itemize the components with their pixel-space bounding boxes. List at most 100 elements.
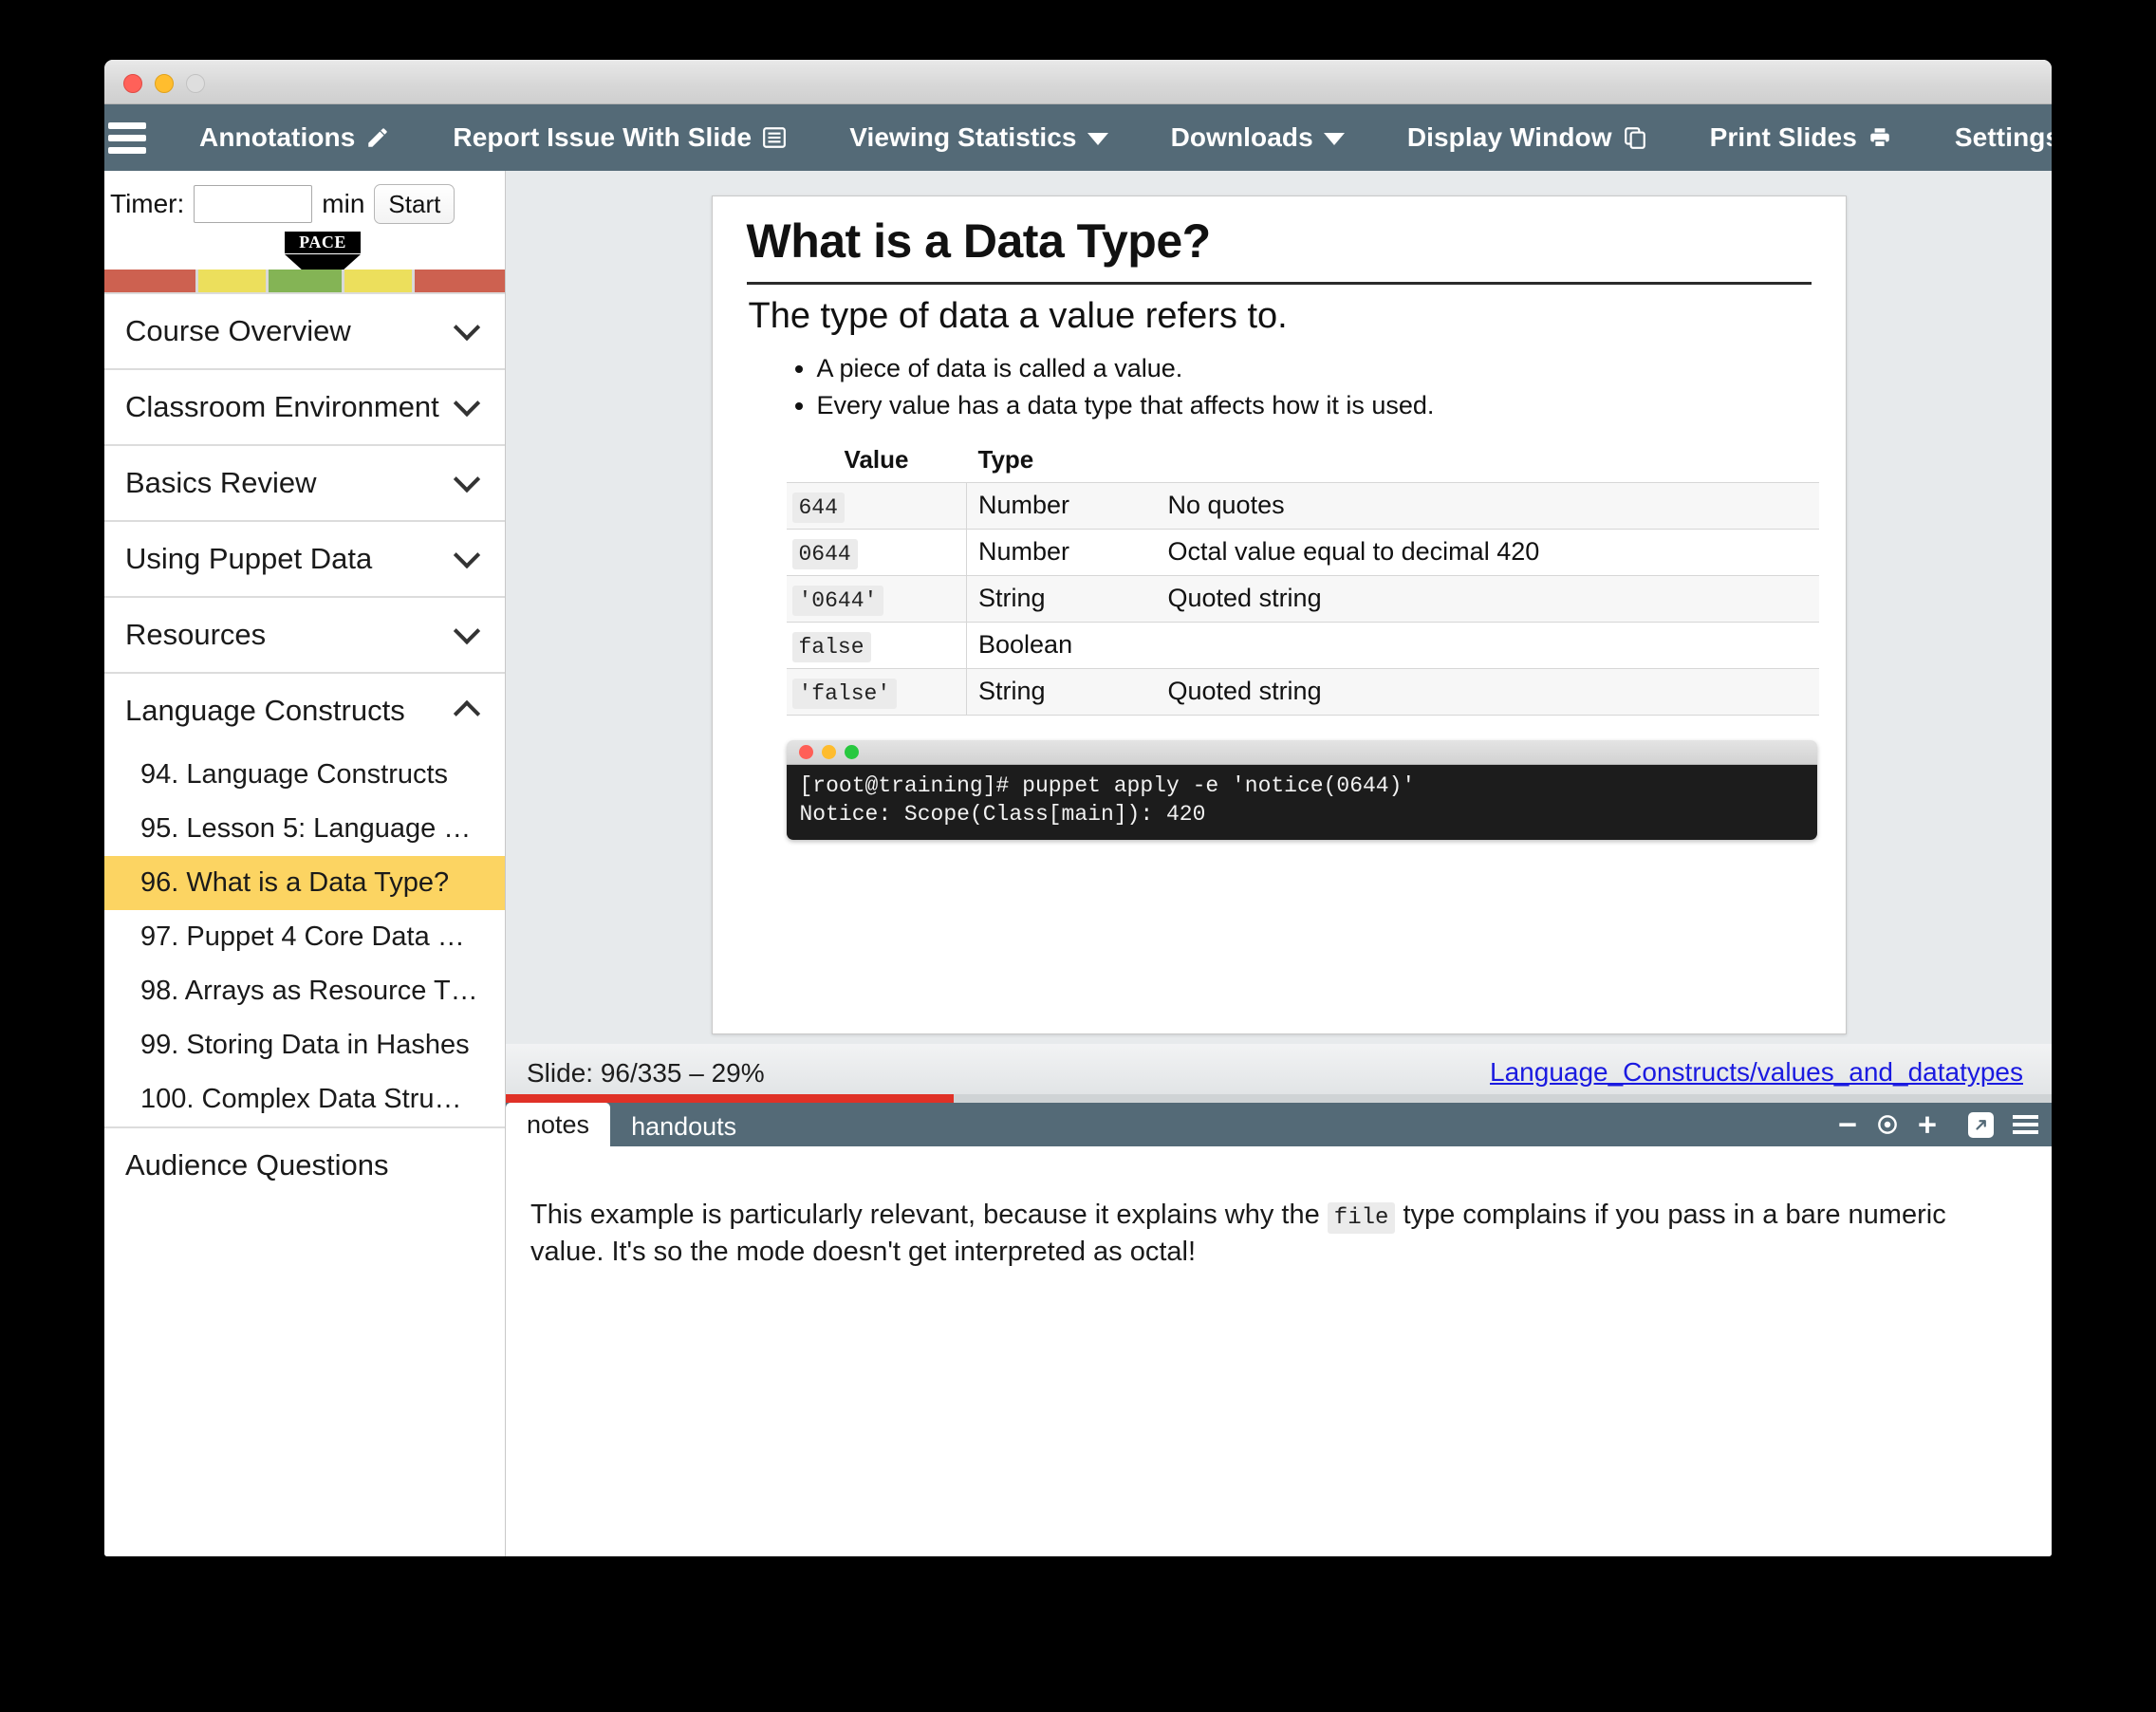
toolbar-label-settings: Settings [1954,122,2052,152]
sidebar-slide-item-98[interactable]: 98. Arrays as Resource T… [104,964,505,1018]
window-body: Timer: min Start PACE Course Overview Cl… [104,171,2052,1556]
table-cell-type: Number [966,529,1168,577]
sidebar-slide-item-94[interactable]: 94. Language Constructs [104,748,505,802]
sidebar-section-basics-review[interactable]: Basics Review [104,444,505,520]
terminal-block: [root@training]# puppet apply -e 'notice… [786,740,1817,841]
chevron-up-icon [453,699,481,728]
sidebar-section-language-constructs[interactable]: Language Constructs [104,672,505,748]
sidebar-slide-label: 95. Lesson 5: Language … [140,813,472,844]
table-header-note [1168,445,1819,483]
table-cell-value: 'false' [791,679,898,710]
minimize-button[interactable] [155,74,174,93]
tab-label-handouts: handouts [631,1111,737,1141]
table-cell-value: 0644 [791,539,858,570]
notes-hamburger-icon[interactable] [2013,1115,2038,1134]
timer-input[interactable] [194,185,313,223]
pencil-icon [365,125,390,150]
target-icon[interactable] [1875,1112,1900,1137]
hamburger-icon[interactable] [104,104,146,171]
progress-track[interactable] [506,1094,2052,1103]
table-row: false Boolean [786,622,1819,670]
table-header-row: Value Type [787,445,1819,483]
sidebar-slide-item-95[interactable]: 95. Lesson 5: Language … [104,802,505,856]
close-button[interactable] [123,74,142,93]
toolbar-item-viewing-statistics[interactable]: Viewing Statistics [849,122,1108,153]
table-cell-type: String [966,668,1168,716]
table-cell-type: Boolean [966,622,1168,670]
toolbar-item-display-window[interactable]: Display Window [1407,122,1647,153]
table-cell-value: false [791,632,871,663]
pace-segment [198,270,267,292]
sidebar-section-label: Audience Questions [125,1148,389,1182]
sidebar-slide-label: 99. Storing Data in Hashes [140,1030,470,1060]
notes-toolbar [1835,1103,2038,1146]
sidebar-section-using-puppet-data[interactable]: Using Puppet Data [104,520,505,596]
slide-subtitle: The type of data a value refers to. [748,296,1288,336]
slide-counter: Slide: 96/335 – 29% [527,1058,765,1088]
sidebar-section-classroom-environment[interactable]: Classroom Environment [104,368,505,444]
toolbar-label-viewing-statistics: Viewing Statistics [849,122,1077,152]
pace-marker-label: PACE [285,232,361,253]
sidebar-slide-item-96[interactable]: 96. What is a Data Type? [104,856,505,910]
sidebar-slide-item-97[interactable]: 97. Puppet 4 Core Data … [104,910,505,964]
table-row: '0644' String Quoted string [786,575,1819,623]
table-cell-note: Octal value equal to decimal 420 [1167,529,1819,577]
zoom-button[interactable] [186,74,205,93]
slide-source-link[interactable]: Language_Constructs/values_and_datatypes [1490,1057,2023,1088]
toolbar-label-report-issue: Report Issue With Slide [453,122,753,152]
status-bar: Slide: 96/335 – 29% Language_Constructs/… [506,1044,2052,1103]
slide-viewport: What is a Data Type? The type of data a … [506,171,2052,1044]
table-header-type: Type [977,445,1034,475]
sidebar-nav: Course Overview Classroom Environment Ba… [104,292,505,1556]
tab-handouts[interactable]: handouts [610,1107,757,1146]
terminal-titlebar [786,740,1817,766]
window-titlebar [104,60,2052,104]
slide-bullet: Every value has a data type that affects… [817,387,1812,424]
terminal-line-output: Notice: Scope(Class[main]): 420 [799,801,1206,827]
timer-unit-label: min [322,189,365,218]
table-cell-note: No quotes [1167,482,1819,530]
toolbar-item-downloads[interactable]: Downloads [1171,122,1345,153]
toolbar-item-annotations[interactable]: Annotations [199,122,390,153]
toolbar-item-print-slides[interactable]: Print Slides [1710,122,1892,153]
sidebar: Timer: min Start PACE Course Overview Cl… [104,171,506,1556]
toolbar-item-report-issue[interactable]: Report Issue With Slide [453,122,787,153]
popout-arrow-icon[interactable] [1968,1111,1994,1138]
start-timer-button[interactable]: Start [374,184,455,224]
sidebar-slide-label: 96. What is a Data Type? [140,867,450,898]
sidebar-slide-label: 97. Puppet 4 Core Data … [140,921,465,952]
chevron-down-icon [453,617,481,645]
notes-tabbar: notes handouts [506,1103,2052,1146]
sidebar-slide-item-99[interactable]: 99. Storing Data in Hashes [104,1018,505,1072]
notes-inline-code: file [1327,1202,1396,1234]
value-type-table: Value Type 644 Number No quotes 0644 Num… [786,445,1819,716]
timer-label: Timer: [110,189,185,218]
table-cell-note [1167,622,1819,670]
sidebar-section-course-overview[interactable]: Course Overview [104,292,505,368]
sidebar-section-label: Resources [125,618,267,651]
slide-canvas: What is a Data Type? The type of data a … [711,195,1847,1034]
tab-notes[interactable]: notes [506,1103,611,1146]
pace-segment [269,270,342,292]
sidebar-section-label: Language Constructs [125,694,405,727]
terminal-zoom-light [844,745,859,760]
pace-widget: PACE [104,232,505,292]
table-cell-type: Number [966,482,1168,530]
slide-bullet: A piece of data is called a value. [817,350,1812,387]
notes-panel: This example is particularly relevant, b… [506,1146,2052,1556]
terminal-output: [root@training]# puppet apply -e 'notice… [786,765,1817,841]
tab-label-notes: notes [527,1109,590,1139]
toolbar-label-annotations: Annotations [199,122,356,152]
timer-row: Timer: min Start [104,171,505,233]
sidebar-section-audience-questions[interactable]: Audience Questions [104,1126,505,1202]
plus-icon[interactable] [1915,1112,1940,1137]
minus-icon[interactable] [1835,1112,1860,1137]
sidebar-slide-label: 98. Arrays as Resource T… [140,976,478,1006]
slide-title: What is a Data Type? [746,214,1812,285]
sidebar-section-resources[interactable]: Resources [104,596,505,672]
table-row: 'false' String Quoted string [786,668,1819,716]
sidebar-slide-item-100[interactable]: 100. Complex Data Stru… [104,1072,505,1126]
terminal-close-light [798,745,813,760]
sidebar-section-label: Course Overview [125,314,351,347]
toolbar-item-settings[interactable]: Settings [1955,122,2052,153]
